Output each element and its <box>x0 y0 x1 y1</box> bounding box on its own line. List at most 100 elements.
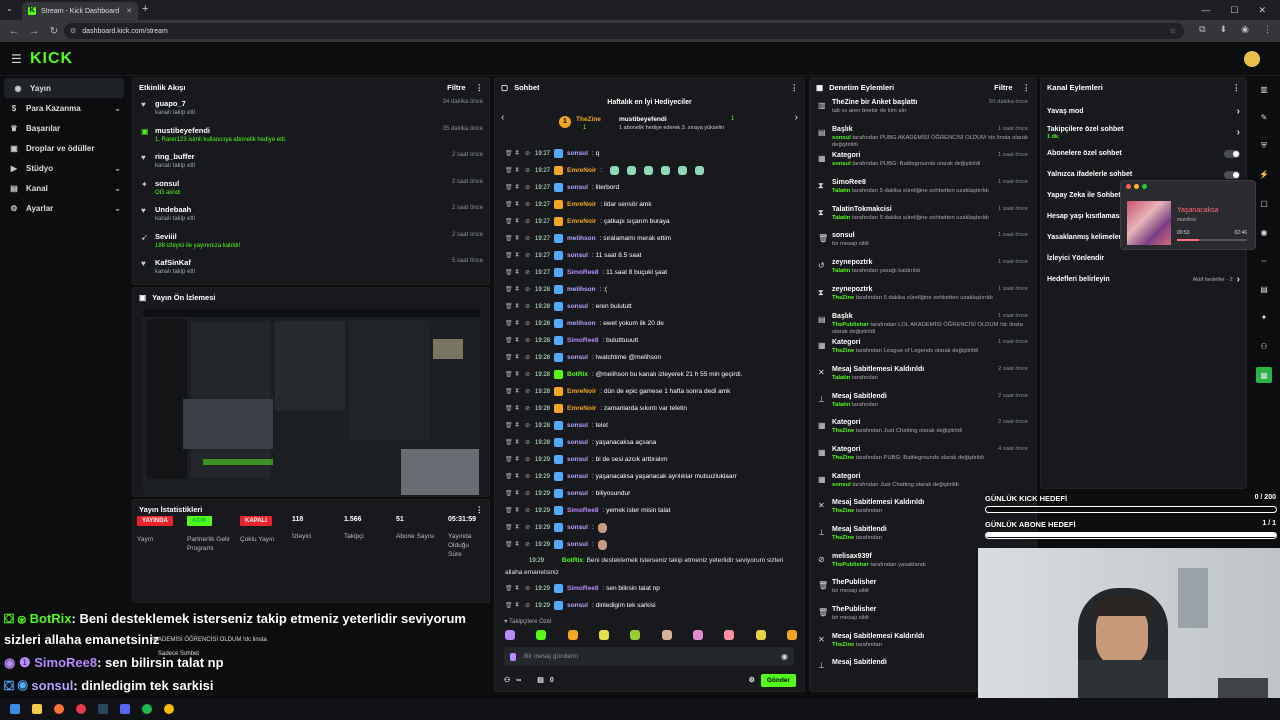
chat-message[interactable]: 🗑 ⧗ ⊘ 19:27 sonsul: literbord <box>505 179 801 196</box>
channel-action-item[interactable]: Hedefleri belirleyin Aktif hedefler - 2 › <box>1041 269 1246 290</box>
channel-action-item[interactable]: İzleyici Yönlendir <box>1041 248 1246 269</box>
message-user[interactable]: sonsul <box>567 439 588 446</box>
file-explorer-icon[interactable] <box>32 704 42 714</box>
timeout-icon[interactable]: ⧗ <box>515 252 521 259</box>
message-user[interactable]: EmreNoir <box>567 388 596 395</box>
steam-icon[interactable] <box>98 704 108 714</box>
gift-counter-icon[interactable]: ▤ <box>537 676 544 684</box>
emoji-icon[interactable]: ◉ <box>781 652 788 661</box>
message-user[interactable]: sonsul <box>567 490 588 497</box>
downloads-icon[interactable]: ⬇ <box>1220 24 1228 35</box>
reload-icon[interactable]: ↻ <box>48 26 60 37</box>
chat-more-icon[interactable]: ⋮ <box>791 83 799 92</box>
moderation-item[interactable]: ▦ Kategori sonsul tarafından Just Chatting… <box>810 470 1036 497</box>
delete-message-icon[interactable]: 🗑 <box>505 252 513 259</box>
delete-message-icon[interactable]: 🗑 <box>505 184 513 191</box>
ban-icon[interactable]: ⊘ <box>525 218 531 225</box>
forward-icon[interactable]: → <box>28 26 40 37</box>
chat-message[interactable]: 🗑 ⧗ ⊘ 19:29 SimoRee8: sen bilirsin talat np <box>505 580 801 597</box>
timeout-icon[interactable]: ⧗ <box>515 524 521 531</box>
ban-icon[interactable]: ⊘ <box>525 167 531 174</box>
browser-tab[interactable]: K Stream - Kick Dashboard ✕ <box>22 2 138 20</box>
delete-message-icon[interactable]: 🗑 <box>505 473 513 480</box>
ban-icon[interactable]: ⊘ <box>525 422 531 429</box>
timeout-icon[interactable]: ⧗ <box>515 507 521 514</box>
moderation-more-icon[interactable]: ⋮ <box>1023 83 1031 92</box>
music-minimize-icon[interactable] <box>1134 184 1139 189</box>
timeout-icon[interactable]: ⧗ <box>515 303 521 310</box>
site-info-icon[interactable]: ⚙ <box>70 27 76 35</box>
chat-message[interactable]: 🗑 ⧗ ⊘ 19:29 sonsul: <box>505 536 801 553</box>
delete-message-icon[interactable]: 🗑 <box>505 201 513 208</box>
sidebar-item-5[interactable]: ▤ Kanal ⌄ <box>0 178 128 198</box>
timeout-icon[interactable]: ⧗ <box>515 490 521 497</box>
channel-actions-more-icon[interactable]: ⋮ <box>1233 83 1241 92</box>
timeout-icon[interactable]: ⧗ <box>515 235 521 242</box>
chat-message[interactable]: 🗑 ⧗ ⊘ 19:29 sonsul: dinledigim tek sarkisi <box>505 597 801 614</box>
chat-message[interactable]: 🗑 ⧗ ⊘ 19:28 EmreNoir: dün de epic gamese 1 h… <box>505 383 801 400</box>
chat-message[interactable]: 🗑 ⧗ ⊘ 19:28 melihson: :( <box>505 281 801 298</box>
ban-icon[interactable]: ⊘ <box>525 320 531 327</box>
moderator-icon[interactable]: ⛨ <box>1256 138 1272 154</box>
sidebar-item-4[interactable]: ▶ Stüdyo ⌄ <box>0 158 128 178</box>
group-icon[interactable]: ⚇ <box>1256 338 1272 354</box>
chrome-icon[interactable] <box>164 704 174 714</box>
moderation-item[interactable]: ▥ TheZine bir Anket başlattı talt vs aren … <box>810 96 1036 123</box>
message-user[interactable]: melihson <box>567 320 596 327</box>
chat-message[interactable]: 🗑 ⧗ ⊘ 19:28 sonsul: yaşanacaksa açsana <box>505 434 801 451</box>
ban-icon[interactable]: ⊘ <box>525 337 531 344</box>
quick-emote-icon[interactable] <box>786 630 797 640</box>
ban-icon[interactable]: ⊘ <box>525 585 531 592</box>
chat-message[interactable]: 🗑 ⧗ ⊘ 19:27 EmreNoir: <box>505 162 801 179</box>
delete-message-icon[interactable]: 🗑 <box>505 439 513 446</box>
lightning-icon[interactable]: ⚡ <box>1256 167 1272 183</box>
sidebar-item-3[interactable]: ▣ Droplar ve ödüller <box>0 138 128 158</box>
timeout-icon[interactable]: ⧗ <box>515 320 521 327</box>
moderator-name[interactable]: TheZine <box>832 428 854 434</box>
message-user[interactable]: sonsul <box>567 473 588 480</box>
delete-message-icon[interactable]: 🗑 <box>505 150 513 157</box>
message-user[interactable]: SimoRee8 <box>567 507 598 514</box>
stats-more-icon[interactable]: ⋮ <box>476 505 484 514</box>
chat-message[interactable]: 🗑 ⧗ ⊘ 19:29 sonsul: <box>505 519 801 536</box>
message-user[interactable]: sonsul <box>567 541 588 548</box>
user-avatar[interactable] <box>1244 51 1260 67</box>
ban-icon[interactable]: ⊘ <box>525 524 531 531</box>
moderation-item[interactable]: ▤ Başlık ThePublisher tarafından LOL AKADE… <box>810 310 1036 337</box>
delete-message-icon[interactable]: 🗑 <box>505 269 513 276</box>
timeout-icon[interactable]: ⧗ <box>515 456 521 463</box>
timeout-icon[interactable]: ⧗ <box>515 201 521 208</box>
delete-message-icon[interactable]: 🗑 <box>505 422 513 429</box>
chevron-down-icon[interactable]: ⌄ <box>114 204 121 213</box>
channel-action-item[interactable]: Takipçilere özel sohbet 1 dk. › <box>1041 122 1246 143</box>
ban-icon[interactable]: ⊘ <box>525 473 531 480</box>
ban-icon[interactable]: ⊘ <box>525 405 531 412</box>
quick-emote-icon[interactable] <box>692 630 703 640</box>
quick-emote-icon[interactable] <box>724 630 735 640</box>
chat-settings-icon[interactable]: ⚙ <box>749 676 755 684</box>
chat-message[interactable]: 🗑 ⧗ ⊘ 19:28 melihson: ewet yokum ilk 20 de <box>505 315 801 332</box>
ban-icon[interactable]: ⊘ <box>525 456 531 463</box>
moderation-item[interactable]: ⧗ TalatinTokmakcisi Talatin tarafından 5 d… <box>810 203 1036 230</box>
timeout-icon[interactable]: ⧗ <box>515 269 521 276</box>
address-bar[interactable]: ⚙ dashboard.kick.com/stream ☆ <box>64 23 1184 39</box>
ban-icon[interactable]: ⊘ <box>525 150 531 157</box>
moderator-name[interactable]: TheZine <box>832 295 854 301</box>
stream-preview-video[interactable] <box>143 309 480 495</box>
chevron-down-icon[interactable]: ⌄ <box>114 164 121 173</box>
message-user[interactable]: SimoRee8 <box>567 269 598 276</box>
moderator-name[interactable]: sonsul <box>832 482 851 488</box>
song-progress-track[interactable] <box>1177 239 1247 241</box>
delete-message-icon[interactable]: 🗑 <box>505 218 513 225</box>
ban-icon[interactable]: ⊘ <box>525 507 531 514</box>
message-user[interactable]: EmreNoir <box>567 167 596 174</box>
delete-message-icon[interactable]: 🗑 <box>505 167 513 174</box>
chat-message[interactable]: 🗑 ⧗ ⊘ 19:27 melihson: sıralamamı merak ettim <box>505 230 801 247</box>
delete-message-icon[interactable]: 🗑 <box>505 388 513 395</box>
message-user[interactable]: EmreNoir <box>567 218 596 225</box>
chat-message[interactable]: 🗑 ⧗ ⊘ 19:28 sonsul: eren bulututt <box>505 298 801 315</box>
firefox-icon[interactable] <box>54 704 64 714</box>
ban-icon[interactable]: ⊘ <box>525 439 531 446</box>
message-user[interactable]: sonsul <box>567 456 588 463</box>
chat-message[interactable]: 🗑 ⧗ ⊘ 19:29 SimoRee8: yemek ister misin tala… <box>505 502 801 519</box>
